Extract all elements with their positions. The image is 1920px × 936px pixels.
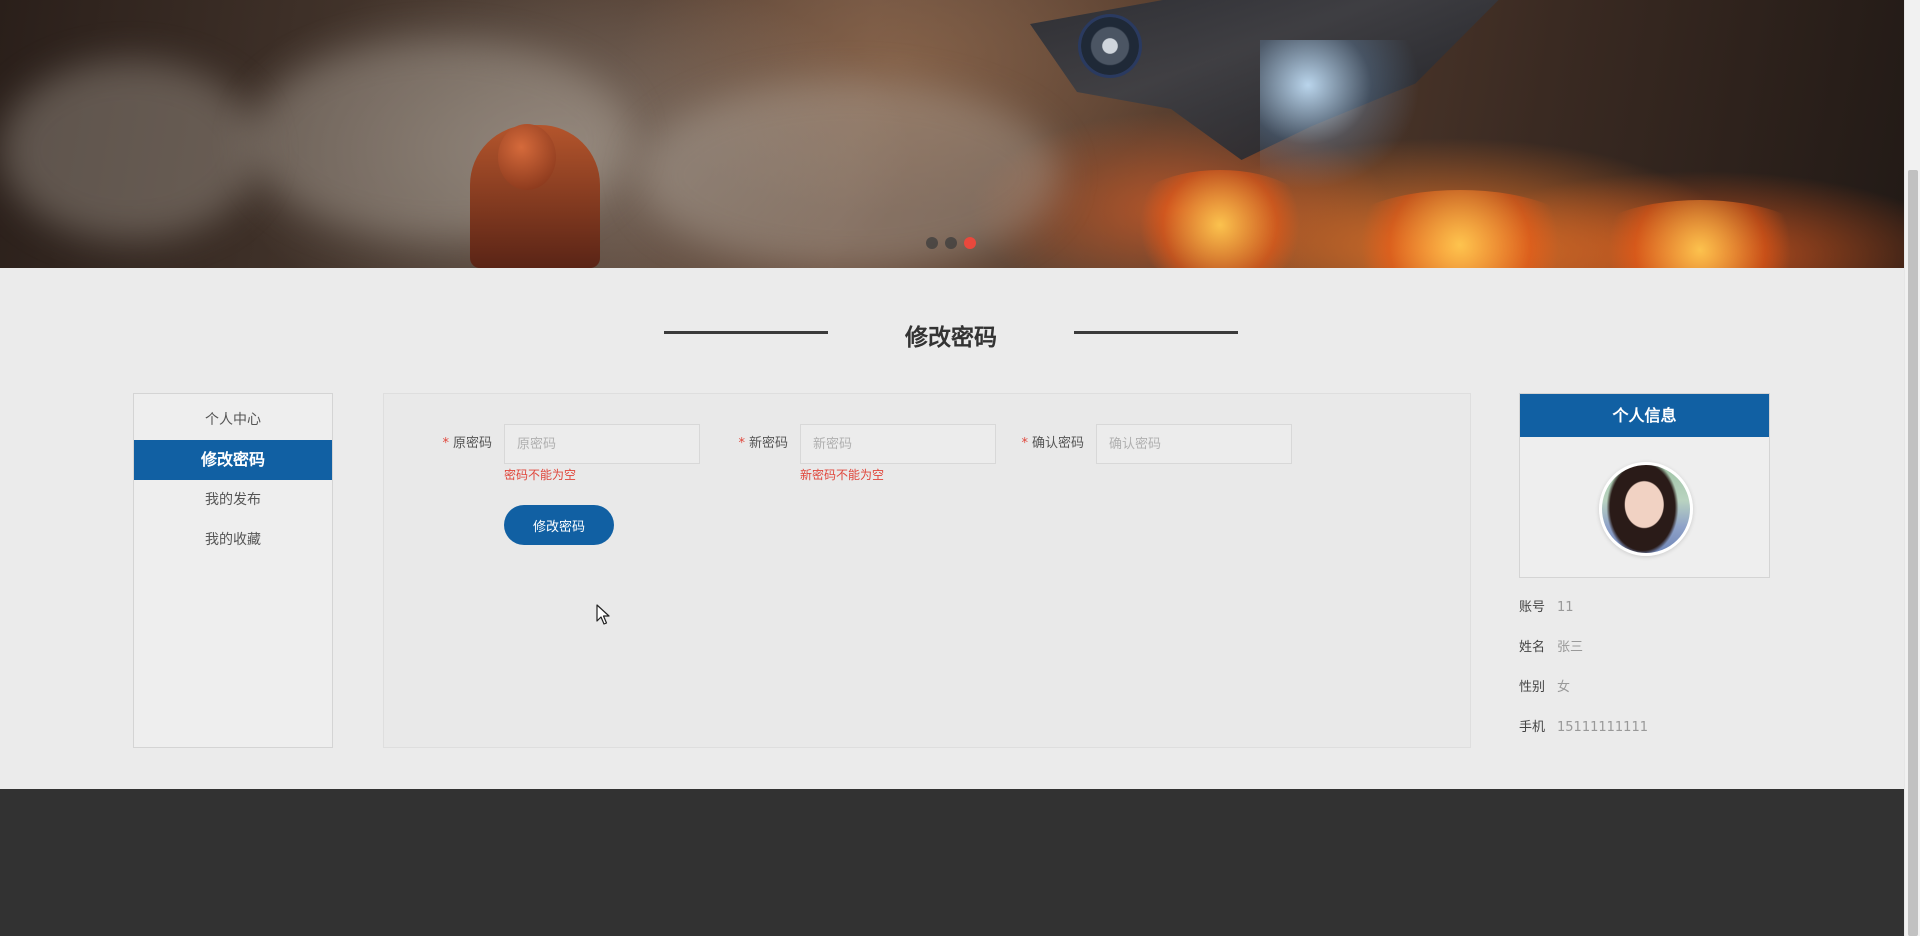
avatar[interactable] bbox=[1599, 462, 1693, 556]
menu-item-my-favorites[interactable]: 我的收藏 bbox=[134, 520, 332, 560]
confirm-password-label: * 确认密码 bbox=[1021, 436, 1084, 451]
old-password-field: * 原密码 bbox=[384, 424, 714, 464]
carousel-dot-2[interactable] bbox=[945, 237, 957, 249]
profile-title: 个人信息 bbox=[1520, 394, 1769, 437]
banner-fire bbox=[1330, 190, 1590, 268]
old-password-error: 密码不能为空 bbox=[504, 468, 577, 482]
hero-banner bbox=[0, 0, 1904, 268]
profile-key: 账号 bbox=[1519, 600, 1546, 615]
profile-value: 张三 bbox=[1557, 640, 1584, 655]
side-menu: 个人中心 修改密码 我的发布 我的收藏 bbox=[133, 393, 333, 748]
scrollbar-thumb[interactable] bbox=[1908, 170, 1918, 936]
page-title: 修改密码 bbox=[905, 325, 997, 351]
banner-lens bbox=[1078, 14, 1142, 78]
profile-row-name: 姓名 张三 bbox=[1519, 638, 1583, 658]
profile-row-account: 账号 11 bbox=[1519, 598, 1574, 618]
profile-value: 15111111111 bbox=[1557, 720, 1648, 735]
confirm-password-field: * 确认密码 bbox=[976, 424, 1306, 464]
new-password-input[interactable] bbox=[800, 424, 996, 464]
mouse-cursor-icon bbox=[596, 604, 610, 625]
banner-figure-head bbox=[498, 124, 556, 190]
footer bbox=[0, 789, 1904, 936]
banner-sparks bbox=[1260, 40, 1420, 190]
carousel-indicators bbox=[926, 237, 976, 249]
banner-fire bbox=[1580, 200, 1820, 268]
profile-key: 性别 bbox=[1519, 680, 1546, 695]
title-divider-right bbox=[1074, 331, 1238, 334]
carousel-dot-1[interactable] bbox=[926, 237, 938, 249]
banner-smoke bbox=[640, 80, 1060, 268]
menu-item-personal-center[interactable]: 个人中心 bbox=[134, 400, 332, 440]
menu-item-change-password[interactable]: 修改密码 bbox=[134, 440, 332, 480]
profile-key: 手机 bbox=[1519, 720, 1546, 735]
old-password-input[interactable] bbox=[504, 424, 700, 464]
change-password-button[interactable]: 修改密码 bbox=[504, 505, 614, 545]
new-password-label: * 新密码 bbox=[738, 436, 788, 451]
required-mark: * bbox=[442, 436, 449, 451]
password-form: * 原密码 密码不能为空 * 新密码 新密码不能为空 * 确认密码 修改密码 bbox=[383, 393, 1471, 748]
carousel-dot-3[interactable] bbox=[964, 237, 976, 249]
profile-card: 个人信息 bbox=[1519, 393, 1770, 578]
profile-value: 女 bbox=[1557, 680, 1571, 695]
profile-row-gender: 性别女 bbox=[1519, 678, 1570, 698]
required-mark: * bbox=[738, 436, 745, 451]
profile-key: 姓名 bbox=[1519, 640, 1546, 655]
required-mark: * bbox=[1021, 436, 1028, 451]
profile-value: 11 bbox=[1557, 600, 1574, 615]
confirm-password-input[interactable] bbox=[1096, 424, 1292, 464]
page-scrollbar[interactable] bbox=[1904, 0, 1920, 936]
new-password-error: 新密码不能为空 bbox=[800, 468, 885, 482]
profile-row-phone: 手机 15111111111 bbox=[1519, 718, 1648, 738]
menu-item-my-posts[interactable]: 我的发布 bbox=[134, 480, 332, 520]
new-password-field: * 新密码 bbox=[680, 424, 1010, 464]
old-password-label: * 原密码 bbox=[442, 436, 492, 451]
section-title: 修改密码 bbox=[664, 312, 1238, 352]
banner-smoke bbox=[0, 60, 260, 240]
